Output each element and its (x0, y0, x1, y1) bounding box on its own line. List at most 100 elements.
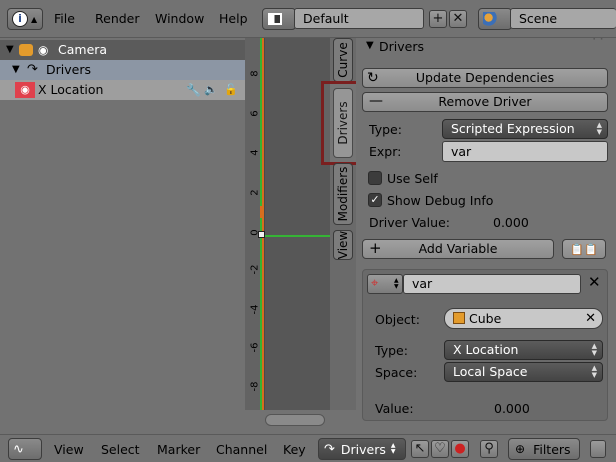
use-self-checkbox[interactable] (368, 171, 382, 185)
tick-label: 8 (249, 70, 261, 77)
copy-paste-variables-button[interactable]: 📋📋 (562, 239, 606, 259)
horizontal-scrollbar[interactable] (265, 414, 325, 426)
filters-button[interactable]: ⊕ Filters (508, 438, 580, 460)
channel-row-x-location[interactable]: ◉ X Location 🔧 🔈 🔓 (0, 80, 245, 100)
dropdown-value: Drivers (340, 441, 386, 457)
curve-keyframe-point[interactable] (258, 231, 265, 238)
expand-triangle-icon[interactable]: ▼ (6, 40, 14, 60)
updown-arrows-icon: ▲ ▼ (591, 342, 597, 357)
visibility-eye-icon[interactable]: ◉ (38, 40, 48, 60)
menu-window[interactable]: Window (155, 11, 204, 26)
show-hidden-toggle[interactable]: ♡ (431, 440, 449, 458)
channel-color-eye-icon[interactable]: ◉ (15, 82, 35, 98)
editor-type-button[interactable]: i ▲ (7, 8, 43, 30)
driver-value-label: Driver Value: (369, 215, 450, 230)
copy-paste-icon: 📋📋 (570, 243, 598, 256)
tab-modifiers[interactable]: Modifiers (333, 163, 353, 225)
delete-layout-button[interactable]: ✕ (449, 10, 467, 28)
dropdown-value: Scripted Expression (451, 121, 575, 136)
remove-driver-button[interactable]: — Remove Driver (362, 92, 608, 112)
playhead-line[interactable] (262, 38, 264, 410)
cube-icon (453, 312, 465, 324)
channel-row-camera[interactable]: ▼ ◉ Camera (0, 40, 245, 60)
plus-circle-icon: ⊕ (515, 442, 526, 456)
add-variable-button[interactable]: + Add Variable (362, 239, 554, 259)
editor-type-button[interactable]: ∿ (8, 438, 42, 460)
use-self-label: Use Self (387, 171, 438, 186)
menu-channel[interactable]: Channel (216, 442, 267, 457)
only-errors-toggle[interactable]: ● (451, 440, 469, 458)
button-label: Update Dependencies (415, 70, 555, 85)
variable-type-button[interactable]: ⌖ ▲ ▼ (367, 274, 403, 294)
menu-render[interactable]: Render (95, 11, 140, 26)
space-label: Space: (375, 365, 418, 380)
updown-arrows-icon: ▲ ▼ (591, 364, 597, 379)
error-icon: ● (454, 441, 466, 456)
channel-label-drivers: Drivers (46, 62, 91, 77)
channel-list: ▼ ◉ Camera ▼ ↷ Drivers ◉ X Location 🔧 🔈 … (0, 38, 245, 410)
search-toggle[interactable]: ⚲ (480, 440, 498, 458)
type-label: Type: (369, 122, 402, 137)
show-debug-info-label: Show Debug Info (387, 193, 494, 208)
mute-speaker-icon[interactable]: 🔈 (204, 80, 218, 100)
expression-input[interactable]: var (442, 141, 608, 162)
layout-name-field[interactable]: Default (294, 8, 424, 29)
only-selected-toggle[interactable]: ↖ (411, 440, 429, 458)
show-debug-info-checkbox[interactable]: ✓ (368, 193, 382, 207)
camera-object-icon (19, 44, 33, 56)
menu-view[interactable]: View (54, 442, 84, 457)
object-field[interactable]: Cube ✕ (444, 308, 603, 329)
panel-grip-icon[interactable]: ⠁⠁ (592, 38, 607, 49)
channel-label-camera: Camera (58, 42, 108, 57)
tab-view[interactable]: View (333, 230, 353, 260)
plus-icon: + (369, 239, 382, 257)
updown-arrows-icon: ▲ ▼ (394, 277, 399, 290)
dropdown-value: Local Space (453, 364, 528, 379)
curve-vertical-segment (260, 38, 262, 410)
value-label: Value: (375, 401, 414, 416)
layout-selector-button[interactable] (262, 8, 296, 30)
driver-curve-line[interactable] (261, 235, 330, 237)
chevron-updown-icon: ▲ (31, 14, 38, 24)
lock-icon[interactable]: 🔓 (224, 80, 238, 100)
button-label: Add Variable (418, 241, 498, 256)
object-value: Cube (469, 311, 502, 326)
wrench-icon[interactable]: 🔧 (186, 80, 201, 100)
scene-name-field[interactable]: Scene (510, 8, 616, 29)
clear-field-icon[interactable]: ✕ (585, 309, 596, 328)
menu-help[interactable]: Help (219, 11, 248, 26)
collapse-triangle-icon[interactable]: ▼ (366, 40, 374, 51)
transform-type-dropdown[interactable]: X Location ▲ ▼ (444, 340, 603, 360)
top-header: i ▲ File Render Window Help Default + ✕ … (0, 0, 616, 38)
menu-select[interactable]: Select (101, 442, 140, 457)
update-dependencies-button[interactable]: ↻ Update Dependencies (362, 68, 608, 88)
graph-area[interactable]: 8 6 4 2 0 -2 -4 -6 -8 (245, 38, 330, 426)
add-layout-button[interactable]: + (429, 10, 447, 28)
driver-type-dropdown[interactable]: Scripted Expression ▲ ▼ (442, 119, 608, 139)
menu-file[interactable]: File (54, 11, 75, 26)
tick-label: -2 (249, 264, 261, 275)
variable-type-label: Type: (375, 343, 408, 358)
scene-selector-button[interactable] (478, 8, 512, 30)
tick-label: -8 (249, 381, 261, 392)
remove-variable-icon[interactable]: ✕ (588, 273, 601, 291)
mode-dropdown[interactable]: ↷ Drivers ▲ ▼ (318, 438, 406, 460)
orange-marker (260, 206, 263, 218)
cursor-arrow-icon: ↖ (414, 441, 426, 456)
expand-triangle-icon[interactable]: ▼ (12, 60, 20, 80)
tick-label: -6 (249, 342, 261, 353)
menu-key[interactable]: Key (283, 442, 306, 457)
tick-label: 4 (249, 149, 261, 156)
refresh-icon: ↻ (367, 70, 379, 86)
channel-row-drivers[interactable]: ▼ ↷ Drivers (0, 60, 245, 80)
info-icon: i (12, 11, 28, 27)
transform-axes-icon: ⌖ (371, 276, 379, 291)
transform-space-dropdown[interactable]: Local Space ▲ ▼ (444, 362, 603, 382)
tab-curve[interactable]: Curve (333, 38, 353, 82)
tick-label: -4 (249, 304, 261, 315)
search-icon: ⚲ (484, 441, 494, 456)
variable-name-input[interactable]: var (403, 274, 581, 294)
extra-toggle[interactable] (590, 440, 606, 458)
menu-marker[interactable]: Marker (157, 442, 200, 457)
expr-label: Expr: (369, 144, 402, 159)
